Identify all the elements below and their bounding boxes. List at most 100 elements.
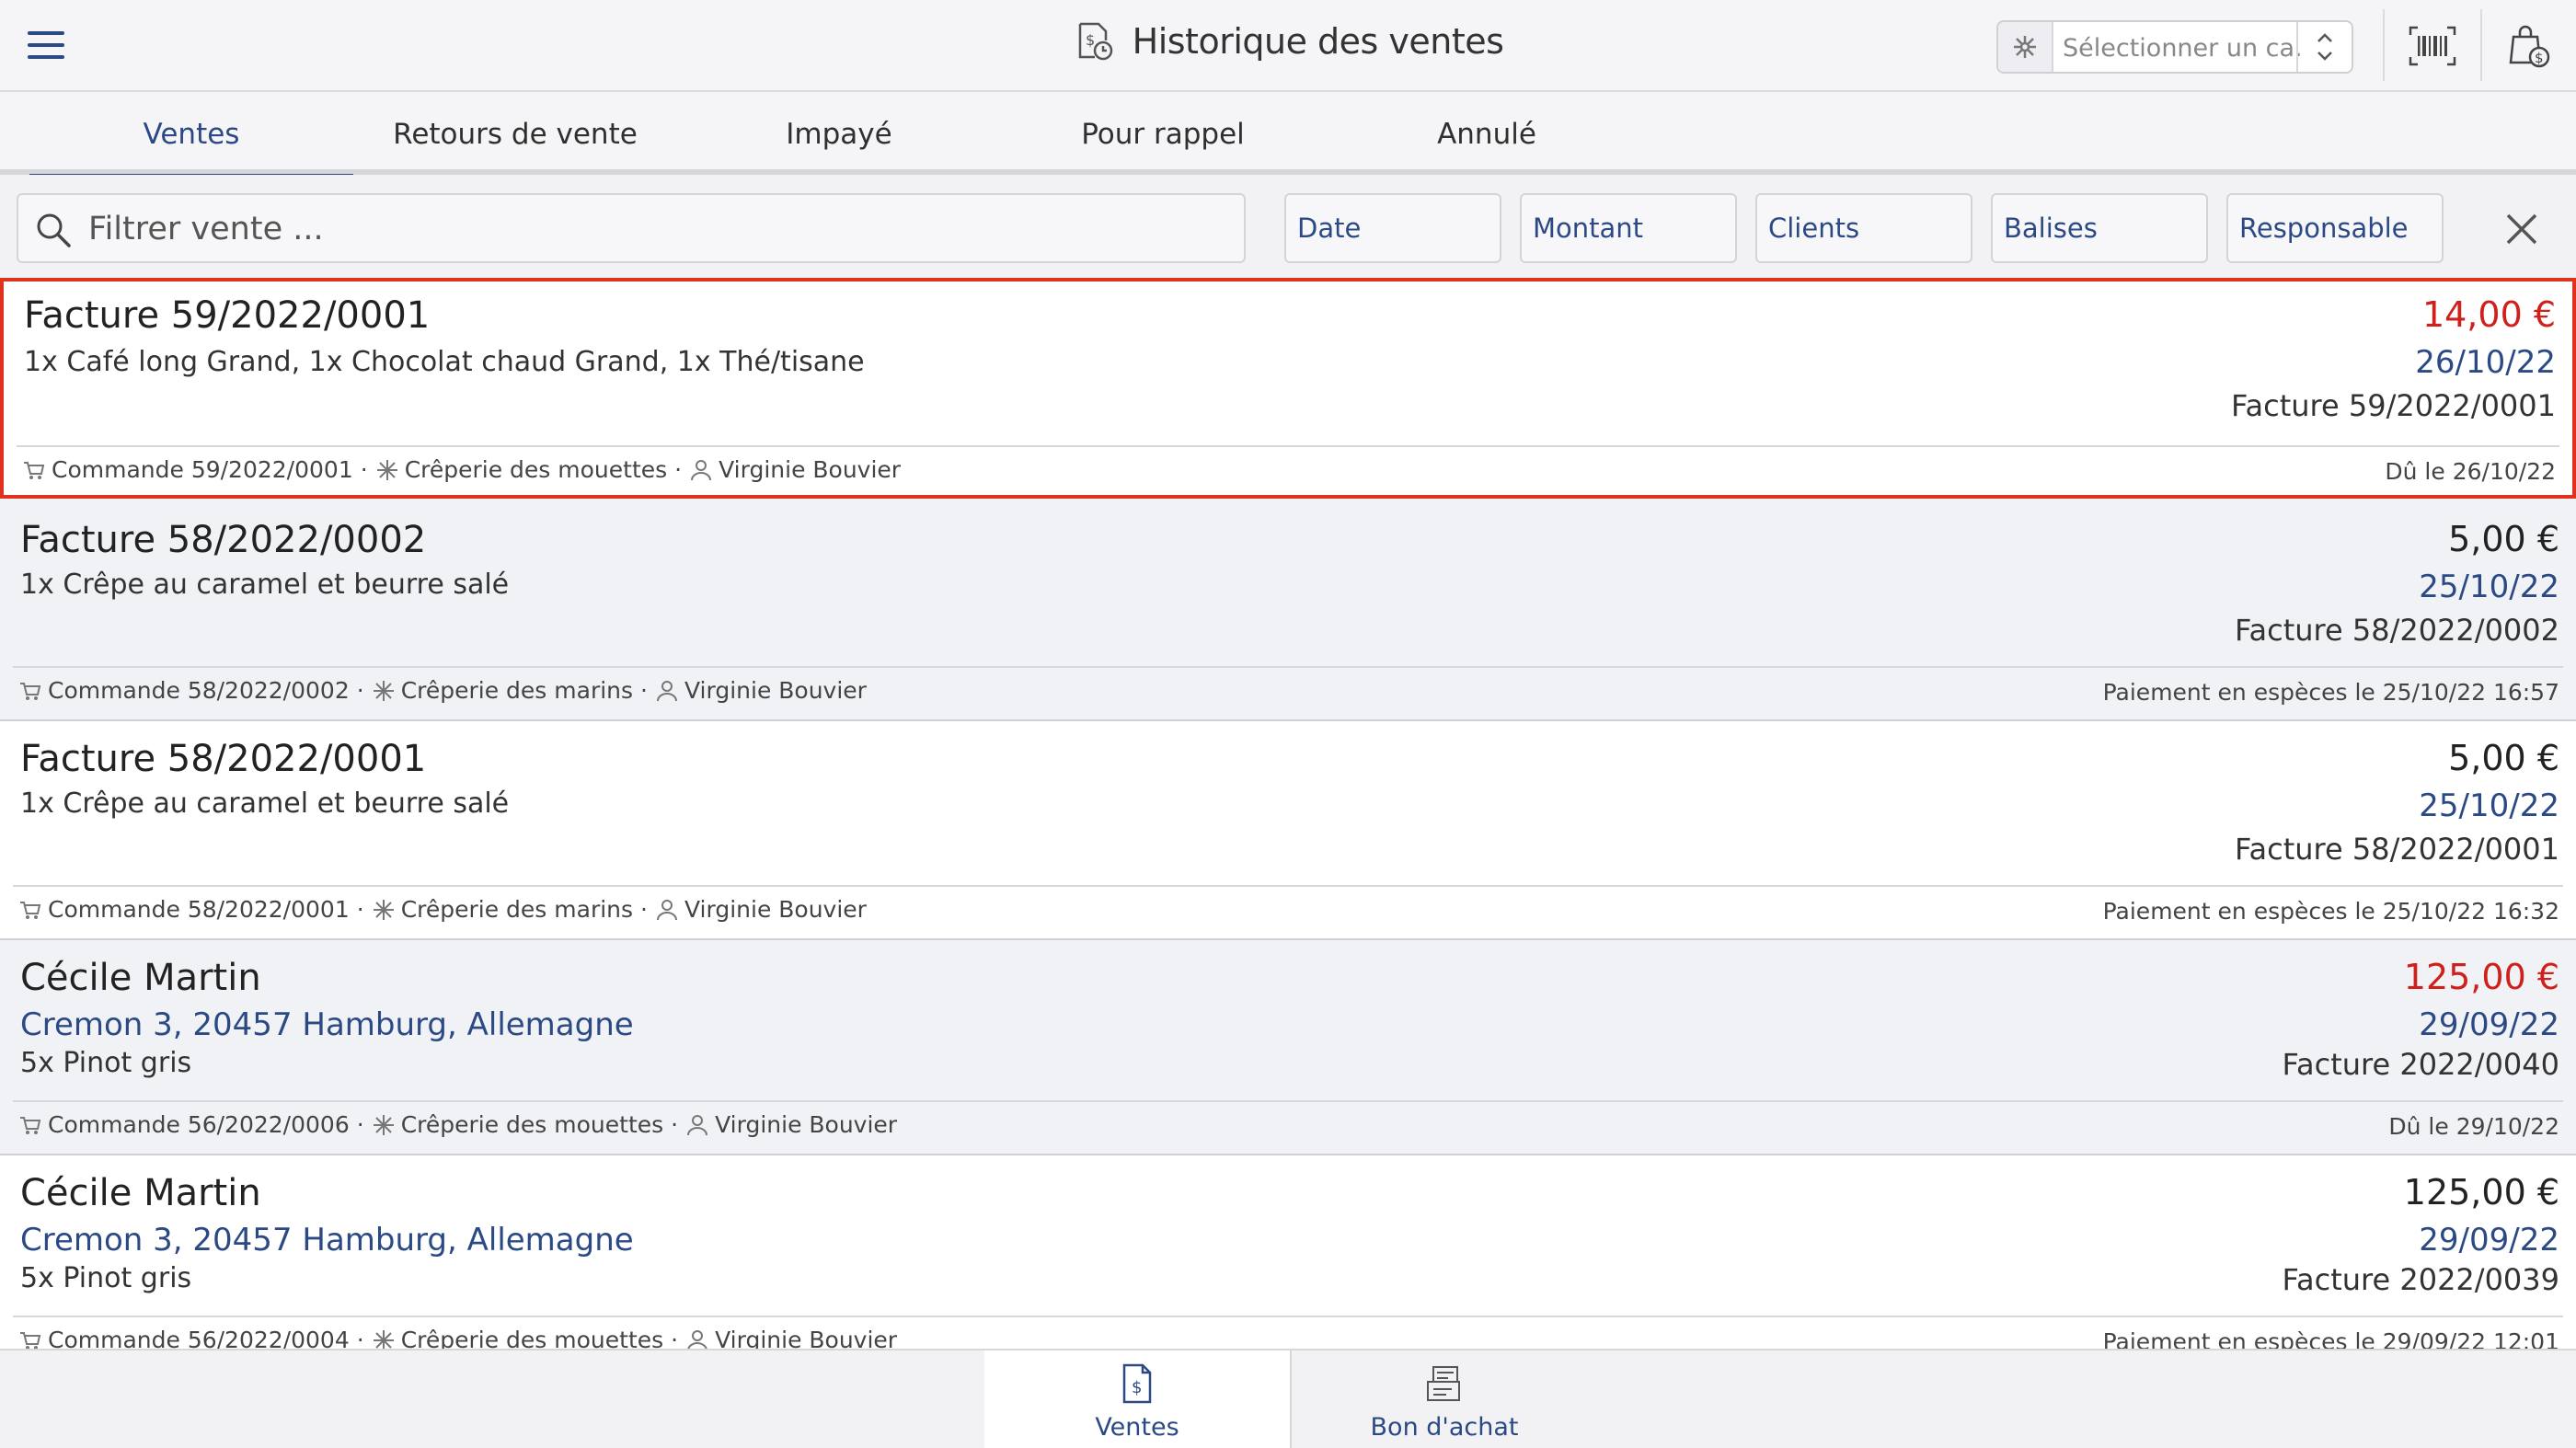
voucher-icon — [1427, 1366, 1460, 1401]
sale-status: Paiement en espèces le 25/10/22 16:32 — [2102, 898, 2559, 925]
sale-amount: 125,00 € — [2403, 957, 2559, 997]
search-box — [17, 193, 1246, 263]
svg-text:$: $ — [2535, 50, 2544, 66]
clear-filters-button[interactable] — [2495, 202, 2548, 256]
svg-text:$: $ — [1132, 1378, 1142, 1397]
sale-user: Virginie Bouvier — [684, 896, 867, 923]
svg-text:$: $ — [1086, 31, 1095, 49]
divider — [13, 666, 2563, 668]
bottom-tab-label: Bon d'achat — [1370, 1413, 1519, 1442]
user-icon — [691, 459, 712, 480]
sale-meta: Commande 56/2022/0006 · Crêperie des mou… — [18, 1111, 897, 1138]
tab-retours-de-vente[interactable]: Retours de vente — [353, 92, 677, 175]
separator-dot: · — [356, 896, 364, 923]
sale-register: Crêperie des marins — [400, 896, 634, 923]
filter-montant-button[interactable]: Montant — [1520, 193, 1737, 263]
cart-icon — [20, 682, 41, 700]
cart-icon — [20, 1331, 41, 1349]
user-icon — [657, 899, 677, 920]
divider — [2383, 9, 2385, 81]
sale-card[interactable]: Cécile Martin Cremon 3, 20457 Hamburg, A… — [0, 1155, 2576, 1349]
register-icon — [376, 459, 397, 480]
sale-card[interactable]: Cécile Martin Cremon 3, 20457 Hamburg, A… — [0, 940, 2576, 1155]
sale-status: Paiement en espèces le 29/09/22 12:01 — [2102, 1328, 2559, 1349]
sale-items: 1x Crêpe au caramel et beurre salé — [20, 569, 510, 601]
bottom-tab-label: Ventes — [1095, 1413, 1179, 1442]
bottom-nav: $ Ventes Bon d'achat — [0, 1349, 2576, 1448]
barcode-scan-button[interactable] — [2407, 22, 2458, 70]
divider — [2480, 9, 2482, 81]
bag-money-icon: $ — [2509, 25, 2550, 68]
search-input[interactable] — [86, 204, 1213, 254]
separator-dot: · — [356, 1327, 364, 1349]
sale-title: Facture 58/2022/0002 — [20, 519, 427, 561]
sale-amount: 14,00 € — [2421, 294, 2556, 335]
tab-annule[interactable]: Annulé — [1325, 92, 1649, 175]
register-select[interactable]: Sélectionner un ca..... — [1996, 20, 2353, 74]
sale-amount: 125,00 € — [2403, 1172, 2559, 1212]
page-title: Historique des ventes — [1132, 21, 1504, 62]
filter-responsable-button[interactable]: Responsable — [2226, 193, 2444, 263]
tab-impaye[interactable]: Impayé — [677, 92, 1001, 175]
filter-date-button[interactable]: Date — [1284, 193, 1501, 263]
separator-dot: · — [671, 1111, 679, 1138]
sale-date: 26/10/22 — [2415, 344, 2556, 381]
close-icon — [2506, 213, 2537, 245]
barcode-icon — [2409, 26, 2456, 66]
register-icon — [373, 1329, 394, 1349]
sale-user: Virginie Bouvier — [684, 677, 867, 704]
sale-date: 29/09/22 — [2419, 1006, 2559, 1043]
tab-pour-rappel[interactable]: Pour rappel — [1001, 92, 1325, 175]
sale-meta: Commande 58/2022/0001 · Crêperie des mar… — [18, 896, 867, 923]
cart-icon — [24, 461, 45, 479]
sale-items: 1x Café long Grand, 1x Chocolat chaud Gr… — [24, 346, 865, 378]
register-icon — [373, 899, 394, 920]
divider — [17, 445, 2559, 447]
sale-date: 29/09/22 — [2419, 1222, 2559, 1258]
sale-order: Commande 58/2022/0002 — [48, 677, 350, 704]
sale-order: Commande 56/2022/0004 — [48, 1327, 350, 1349]
sale-meta: Commande 58/2022/0002 · Crêperie des mar… — [18, 677, 867, 704]
search-icon — [37, 213, 71, 247]
chevron-updown-icon — [2296, 22, 2352, 72]
filter-balises-button[interactable]: Balises — [1991, 193, 2208, 263]
sale-order: Commande 59/2022/0001 — [52, 456, 353, 483]
sale-register: Crêperie des mouettes — [400, 1327, 664, 1349]
sale-card[interactable]: Facture 58/2022/0001 1x Crêpe au caramel… — [0, 721, 2576, 940]
user-icon — [687, 1329, 707, 1349]
bottom-tab-bon-d-achat[interactable]: Bon d'achat — [1292, 1350, 1597, 1448]
sales-tabs: Ventes Retours de vente Impayé Pour rapp… — [0, 92, 2576, 180]
sale-items: 5x Pinot gris — [20, 1262, 192, 1294]
separator-dot: · — [640, 896, 648, 923]
sale-amount: 5,00 € — [2448, 519, 2559, 559]
sale-invoice-ref: Facture 59/2022/0001 — [2231, 388, 2556, 423]
sale-register: Crêperie des mouettes — [400, 1111, 664, 1138]
user-icon — [687, 1114, 708, 1135]
filter-clients-button[interactable]: Clients — [1755, 193, 1972, 263]
sale-meta: Commande 59/2022/0001 · Crêperie des mou… — [22, 456, 901, 483]
divider — [13, 1316, 2563, 1317]
separator-dot: · — [674, 456, 683, 483]
sale-invoice-ref: Facture 58/2022/0001 — [2235, 832, 2559, 867]
sale-items: 1x Crêpe au caramel et beurre salé — [20, 787, 510, 820]
cart-icon — [20, 1116, 41, 1134]
sale-register: Crêperie des marins — [400, 677, 634, 704]
sale-invoice-ref: Facture 2022/0039 — [2282, 1262, 2559, 1297]
cash-bag-button[interactable]: $ — [2504, 22, 2556, 70]
tab-ventes[interactable]: Ventes — [29, 92, 353, 180]
separator-dot: · — [356, 1111, 364, 1138]
sale-card[interactable]: Facture 59/2022/0001 1x Café long Grand,… — [0, 278, 2576, 499]
sale-title: Facture 59/2022/0001 — [24, 294, 431, 337]
sale-title: Cécile Martin — [20, 957, 261, 999]
sale-card[interactable]: Facture 58/2022/0002 1x Crêpe au caramel… — [0, 502, 2576, 721]
sale-date: 25/10/22 — [2419, 569, 2559, 605]
register-icon-box — [1998, 22, 2053, 72]
register-icon — [373, 680, 394, 701]
sale-user: Virginie Bouvier — [715, 1111, 898, 1138]
separator-dot: · — [360, 456, 368, 483]
filter-bar: Date Montant Clients Balises Responsable — [0, 175, 2576, 276]
bottom-tab-ventes[interactable]: $ Ventes — [984, 1350, 1290, 1448]
sale-title: Cécile Martin — [20, 1172, 261, 1214]
sale-user: Virginie Bouvier — [719, 456, 902, 483]
sales-history-icon: $ — [1078, 22, 1112, 61]
